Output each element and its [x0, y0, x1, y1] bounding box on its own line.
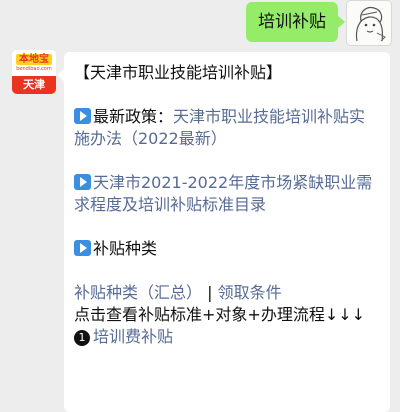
play-icon: [74, 240, 91, 256]
tap-hint: 点击查看补贴标准+对象+办理流程↓↓↓: [74, 305, 366, 324]
play-icon: [74, 108, 91, 124]
brand-city-label: 天津: [12, 76, 56, 94]
types-paragraph: 补贴种类: [74, 238, 380, 260]
policy-paragraph: 最新政策：天津市职业技能培训补贴实施办法（2022最新）: [74, 106, 380, 150]
item1-line: 1 培训费补贴: [74, 326, 380, 348]
policy-prefix: 最新政策：: [93, 107, 174, 126]
link-separator: |: [202, 283, 218, 302]
play-icon: [74, 174, 91, 190]
incoming-message-bubble: 【天津市职业技能培训补贴】 最新政策：天津市职业技能培训补贴实施办法（2022最…: [57, 52, 390, 412]
catalog-link[interactable]: 天津市2021-2022年度市场紧缺职业需求程度及培训补贴标准目录: [74, 173, 372, 214]
official-account-avatar[interactable]: 本地宝 bendibao.com 天津: [12, 50, 56, 94]
catalog-paragraph: 天津市2021-2022年度市场紧缺职业需求程度及培训补贴标准目录: [74, 172, 380, 216]
number-1-icon: 1: [74, 330, 90, 346]
message-title: 【天津市职业技能培训补贴】: [74, 63, 283, 82]
sketch-avatar-icon: [347, 1, 391, 45]
types-summary-link[interactable]: 补贴种类（汇总）: [74, 283, 202, 302]
brand-logo-text: 本地宝: [16, 53, 52, 65]
brand-domain-text: bendibao.com: [16, 65, 52, 72]
types-links-line: 补贴种类（汇总） | 领取条件: [74, 282, 380, 304]
outgoing-message-bubble[interactable]: 培训补贴: [246, 2, 345, 42]
user-avatar[interactable]: [346, 0, 392, 46]
outgoing-message-text: 培训补贴: [258, 12, 326, 32]
item1-link[interactable]: 培训费补贴: [93, 327, 173, 346]
conditions-link[interactable]: 领取条件: [218, 283, 282, 302]
types-heading: 补贴种类: [93, 239, 158, 258]
